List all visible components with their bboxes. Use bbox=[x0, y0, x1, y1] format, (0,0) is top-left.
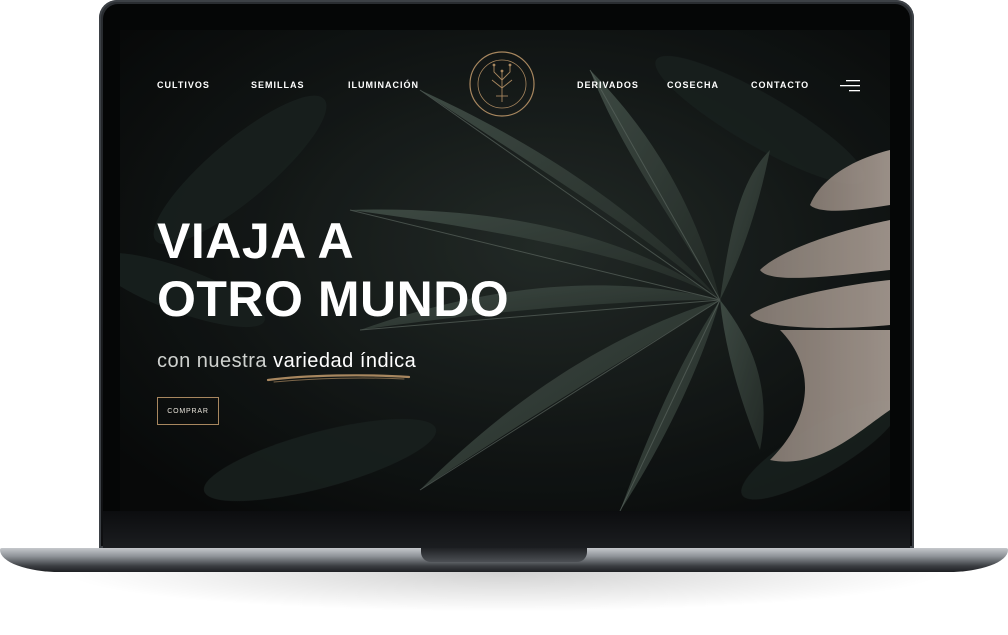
nav-item-semillas[interactable]: SEMILLAS bbox=[251, 80, 305, 90]
laptop-shadow bbox=[60, 572, 948, 612]
browser-viewport: CULTIVOS SEMILLAS ILUMINACIÓN DERIVADOS … bbox=[120, 30, 890, 511]
hero-title-line-2: OTRO MUNDO bbox=[157, 271, 510, 327]
hero-title-line-1: VIAJA A bbox=[157, 213, 355, 269]
hero-subtitle: con nuestra variedad índica bbox=[157, 350, 416, 373]
nav-item-cultivos[interactable]: CULTIVOS bbox=[157, 80, 210, 90]
buy-button[interactable]: COMPRAR bbox=[157, 397, 219, 425]
top-navigation: CULTIVOS SEMILLAS ILUMINACIÓN DERIVADOS … bbox=[120, 30, 890, 140]
laptop-notch bbox=[421, 548, 587, 562]
hero-subtitle-prefix: con nuestra bbox=[157, 350, 268, 372]
nav-item-derivados[interactable]: DERIVADOS bbox=[577, 80, 639, 90]
brand-logo-icon[interactable] bbox=[468, 50, 536, 118]
hero-subtitle-highlight: variedad índica bbox=[273, 350, 417, 372]
hamburger-menu-icon[interactable] bbox=[840, 80, 860, 92]
nav-item-cosecha[interactable]: COSECHA bbox=[667, 80, 719, 90]
nav-item-contacto[interactable]: CONTACTO bbox=[751, 80, 809, 90]
nav-item-iluminacion[interactable]: ILUMINACIÓN bbox=[348, 80, 419, 90]
hero-title: VIAJA A OTRO MUNDO bbox=[157, 212, 509, 328]
brush-underline bbox=[266, 374, 411, 383]
laptop-bezel-bottom bbox=[103, 511, 910, 548]
